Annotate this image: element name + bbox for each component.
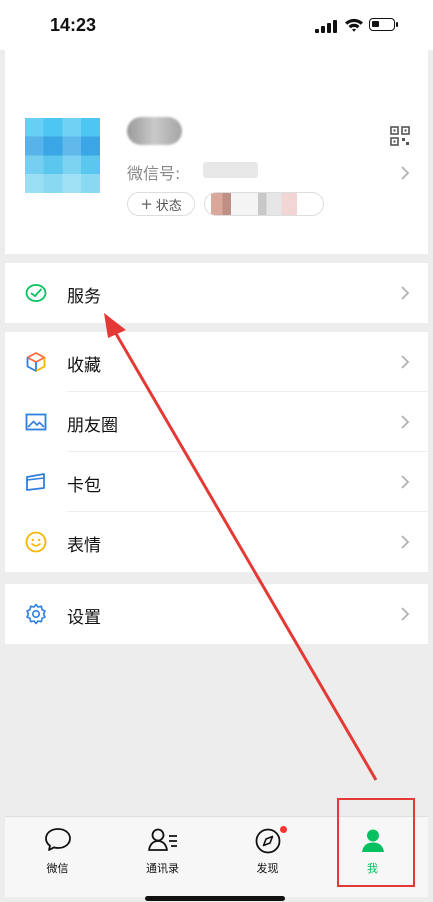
nickname-blurred	[127, 117, 182, 145]
compass-icon	[255, 828, 280, 854]
chevron-right-icon	[401, 535, 410, 549]
tab-label-discover: 发现	[256, 862, 279, 875]
signal-icon	[315, 20, 337, 33]
menu-item-cards[interactable]: 卡包	[5, 452, 428, 512]
tab-label-contacts: 通讯录	[146, 862, 179, 875]
menu-group-service: 服务	[5, 263, 428, 323]
menu-label-cards: 卡包	[67, 476, 101, 496]
card-wallet-icon	[26, 473, 45, 491]
wechat-id-blurred	[203, 162, 258, 178]
contacts-icon	[147, 828, 177, 851]
menu-item-favorites[interactable]: 收藏	[5, 332, 428, 392]
battery-icon	[369, 18, 398, 31]
menu-group-main: 收藏 朋友圈 卡包 表情	[5, 332, 428, 572]
menu-label-favorites: 收藏	[67, 356, 101, 376]
tab-discover[interactable]: 发现	[215, 817, 320, 897]
chevron-right-icon	[401, 286, 410, 300]
moments-image-icon	[25, 413, 47, 431]
menu-item-settings[interactable]: 设置	[5, 584, 428, 644]
menu-item-stickers[interactable]: 表情	[5, 512, 428, 572]
plus-icon: +	[140, 195, 153, 213]
chevron-right-icon	[401, 415, 410, 429]
menu-label-moments: 朋友圈	[67, 416, 118, 436]
annotation-highlight-box	[337, 798, 415, 887]
gear-icon	[26, 603, 46, 625]
chat-bubble-icon	[44, 828, 71, 851]
menu-label-settings: 设置	[67, 608, 101, 628]
status-button-label: 状态	[155, 198, 182, 214]
notification-dot	[280, 826, 287, 833]
chevron-right-icon	[401, 355, 410, 369]
status-tags-blurred	[204, 192, 324, 216]
menu-item-service[interactable]: 服务	[5, 263, 428, 323]
status-time: 14:23	[50, 15, 97, 35]
profile-chevron-right-icon	[401, 166, 410, 180]
service-icon	[25, 284, 47, 302]
profile-card[interactable]: 微信号: + 状态	[5, 50, 428, 254]
tab-contacts[interactable]: 通讯录	[110, 817, 215, 897]
wifi-icon	[345, 18, 363, 32]
favorites-cube-icon	[26, 352, 46, 372]
wechat-id-label: 微信号:	[127, 164, 181, 183]
add-status-button[interactable]: + 状态	[127, 192, 195, 216]
home-indicator	[145, 896, 285, 901]
status-bar: 14:23	[0, 0, 433, 50]
menu-label-stickers: 表情	[67, 536, 101, 556]
menu-item-moments[interactable]: 朋友圈	[5, 392, 428, 452]
chevron-right-icon	[401, 475, 410, 489]
chevron-right-icon	[401, 607, 410, 621]
menu-group-settings: 设置	[5, 584, 428, 644]
qr-code-icon[interactable]	[390, 126, 410, 146]
avatar[interactable]	[25, 118, 100, 193]
tab-chats[interactable]: 微信	[5, 817, 110, 897]
menu-label-service: 服务	[67, 287, 101, 307]
tab-label-chats: 微信	[46, 862, 69, 875]
smiley-face-icon	[25, 531, 47, 553]
